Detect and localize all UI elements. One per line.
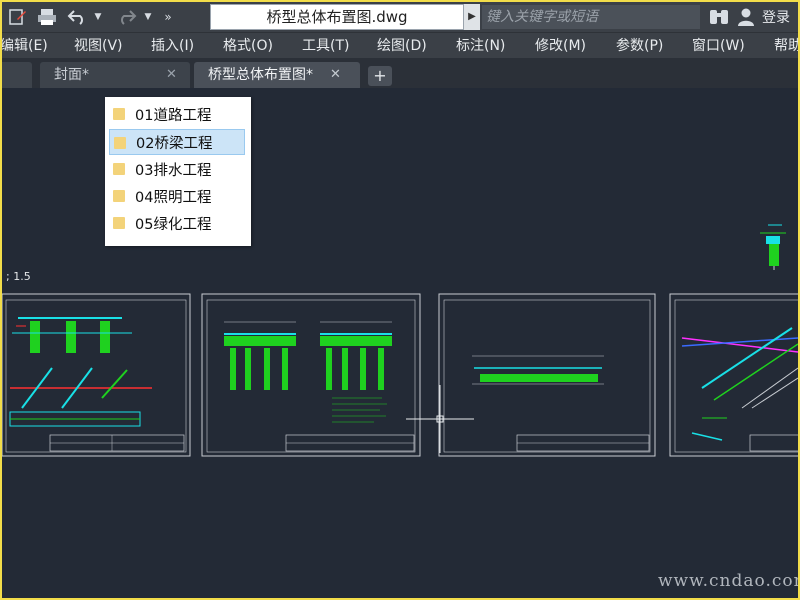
- folder-dropdown: 01道路工程 02桥梁工程 03排水工程 04照明工程 05绿化工程: [105, 97, 251, 246]
- tab-label: 封面*: [54, 67, 89, 83]
- document-title: 桥型总体布置图.dwg: [210, 4, 464, 30]
- folder-label: 01道路工程: [135, 107, 212, 124]
- menu-draw[interactable]: 绘图(D): [377, 33, 427, 59]
- detail-drawing-top-right: [760, 224, 786, 270]
- folder-icon: [113, 163, 125, 175]
- menu-parameter[interactable]: 参数(P): [616, 33, 663, 59]
- print-icon[interactable]: [34, 6, 60, 28]
- tab-hidden[interactable]: [2, 62, 32, 88]
- title-expand-icon[interactable]: ▶: [464, 4, 480, 30]
- menu-help[interactable]: 帮助: [774, 33, 798, 59]
- menu-dimension[interactable]: 标注(N): [456, 33, 505, 59]
- folder-item-drainage[interactable]: 03排水工程: [109, 156, 245, 182]
- crosshair-cursor: [406, 385, 474, 453]
- folder-icon: [113, 108, 125, 120]
- folder-item-greening[interactable]: 05绿化工程: [109, 210, 245, 236]
- edit-icon[interactable]: [6, 6, 30, 28]
- login-link[interactable]: 登录: [762, 7, 790, 27]
- binoculars-icon[interactable]: [708, 7, 730, 27]
- menu-edit[interactable]: 编辑(E): [2, 33, 48, 59]
- layout-sheet-4: [669, 293, 798, 457]
- app-window: ▼ ▼ » 桥型总体布置图.dwg ▶ 键入关键字或短语 登录 编辑(E) 视图…: [0, 0, 800, 600]
- close-icon[interactable]: ✕: [330, 62, 341, 88]
- tab-bridge-layout[interactable]: 桥型总体布置图* ✕: [194, 62, 360, 88]
- folder-icon: [113, 217, 125, 229]
- drawing-canvas[interactable]: ; 1.5 01道路工程 02桥梁工程 03排水工程 04照明工程 05绿化工程: [2, 88, 798, 598]
- new-tab-button[interactable]: +: [368, 66, 392, 86]
- folder-item-road[interactable]: 01道路工程: [109, 101, 245, 127]
- menu-tools[interactable]: 工具(T): [302, 33, 349, 59]
- folder-label: 02桥梁工程: [136, 135, 213, 152]
- undo-icon[interactable]: [64, 6, 90, 28]
- folder-label: 04照明工程: [135, 189, 212, 206]
- folder-label: 03排水工程: [135, 162, 212, 179]
- more-icon[interactable]: »: [158, 6, 178, 28]
- layout-sheet-3: [438, 293, 656, 457]
- menu-window[interactable]: 窗口(W): [692, 33, 745, 59]
- search-input[interactable]: 键入关键字或短语: [482, 5, 700, 29]
- folder-icon: [113, 190, 125, 202]
- scale-label: ; 1.5: [6, 270, 31, 283]
- user-icon[interactable]: [736, 7, 756, 27]
- tab-cover[interactable]: 封面* ✕: [40, 62, 190, 88]
- watermark: www.cndao.com: [658, 571, 800, 591]
- close-icon[interactable]: ✕: [166, 62, 177, 88]
- menu-insert[interactable]: 插入(I): [151, 33, 194, 59]
- user-area: 登录: [708, 4, 790, 30]
- title-bar: ▼ ▼ » 桥型总体布置图.dwg ▶ 键入关键字或短语 登录: [2, 2, 798, 32]
- folder-label: 05绿化工程: [135, 216, 212, 233]
- redo-dropdown-icon[interactable]: ▼: [142, 6, 154, 28]
- redo-icon[interactable]: [114, 6, 140, 28]
- layout-sheet-1: [2, 293, 191, 457]
- folder-icon: [114, 137, 126, 149]
- folder-item-lighting[interactable]: 04照明工程: [109, 183, 245, 209]
- layout-sheet-2: [201, 293, 421, 457]
- folder-item-bridge[interactable]: 02桥梁工程: [109, 129, 245, 155]
- menu-bar: 编辑(E) 视图(V) 插入(I) 格式(O) 工具(T) 绘图(D) 标注(N…: [2, 32, 798, 59]
- menu-view[interactable]: 视图(V): [74, 33, 123, 59]
- menu-format[interactable]: 格式(O): [223, 33, 273, 59]
- tab-bar: 封面* ✕ 桥型总体布置图* ✕ +: [2, 58, 798, 88]
- undo-dropdown-icon[interactable]: ▼: [92, 6, 104, 28]
- tab-label: 桥型总体布置图*: [208, 67, 313, 83]
- menu-modify[interactable]: 修改(M): [535, 33, 586, 59]
